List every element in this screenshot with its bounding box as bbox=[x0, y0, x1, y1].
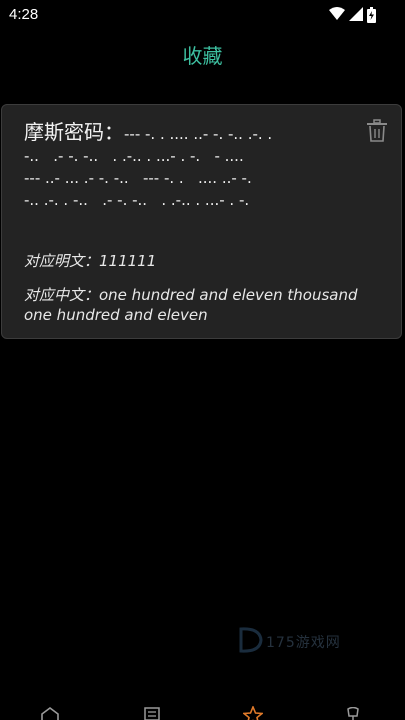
morse-line: -.. .- -. -.. . .-.. . ...- . -. - .... bbox=[24, 147, 244, 165]
status-bar: 4:28 bbox=[0, 0, 405, 30]
settings-icon[interactable] bbox=[345, 707, 361, 720]
signal-icon bbox=[349, 7, 363, 21]
plain-text-line: 对应明文：111111 bbox=[24, 252, 157, 270]
morse-line: --- -. . .... ..- -. -.. .-. . bbox=[124, 125, 273, 143]
page-title: 收藏 bbox=[182, 44, 223, 68]
watermark: 175游戏网 bbox=[238, 626, 358, 656]
watermark-logo-icon bbox=[239, 627, 263, 653]
morse-line: --- ..- ... .- -. -.. --- -. . .... ..- … bbox=[24, 169, 252, 187]
battery-icon bbox=[367, 7, 376, 23]
morse-line: -.. .-. . -.. .- -. -.. . .-.. . ...- . … bbox=[24, 191, 250, 209]
list-icon[interactable] bbox=[143, 707, 161, 720]
favorite-card[interactable]: 摩斯密码：--- -. . .... ..- -. -.. .-. . -.. … bbox=[1, 104, 402, 339]
chinese-text-line: 对应中文：one hundred and eleven thousand one… bbox=[24, 286, 358, 324]
trash-icon[interactable] bbox=[366, 119, 388, 143]
morse-code-block: 摩斯密码：--- -. . .... ..- -. -.. .-. . -.. … bbox=[24, 121, 364, 211]
home-icon[interactable] bbox=[40, 707, 60, 720]
wifi-icon bbox=[329, 7, 345, 20]
star-icon[interactable] bbox=[243, 706, 263, 720]
morse-label: 摩斯密码： bbox=[24, 120, 124, 144]
watermark-text: 175游戏网 bbox=[266, 635, 341, 651]
status-time: 4:28 bbox=[9, 6, 39, 23]
